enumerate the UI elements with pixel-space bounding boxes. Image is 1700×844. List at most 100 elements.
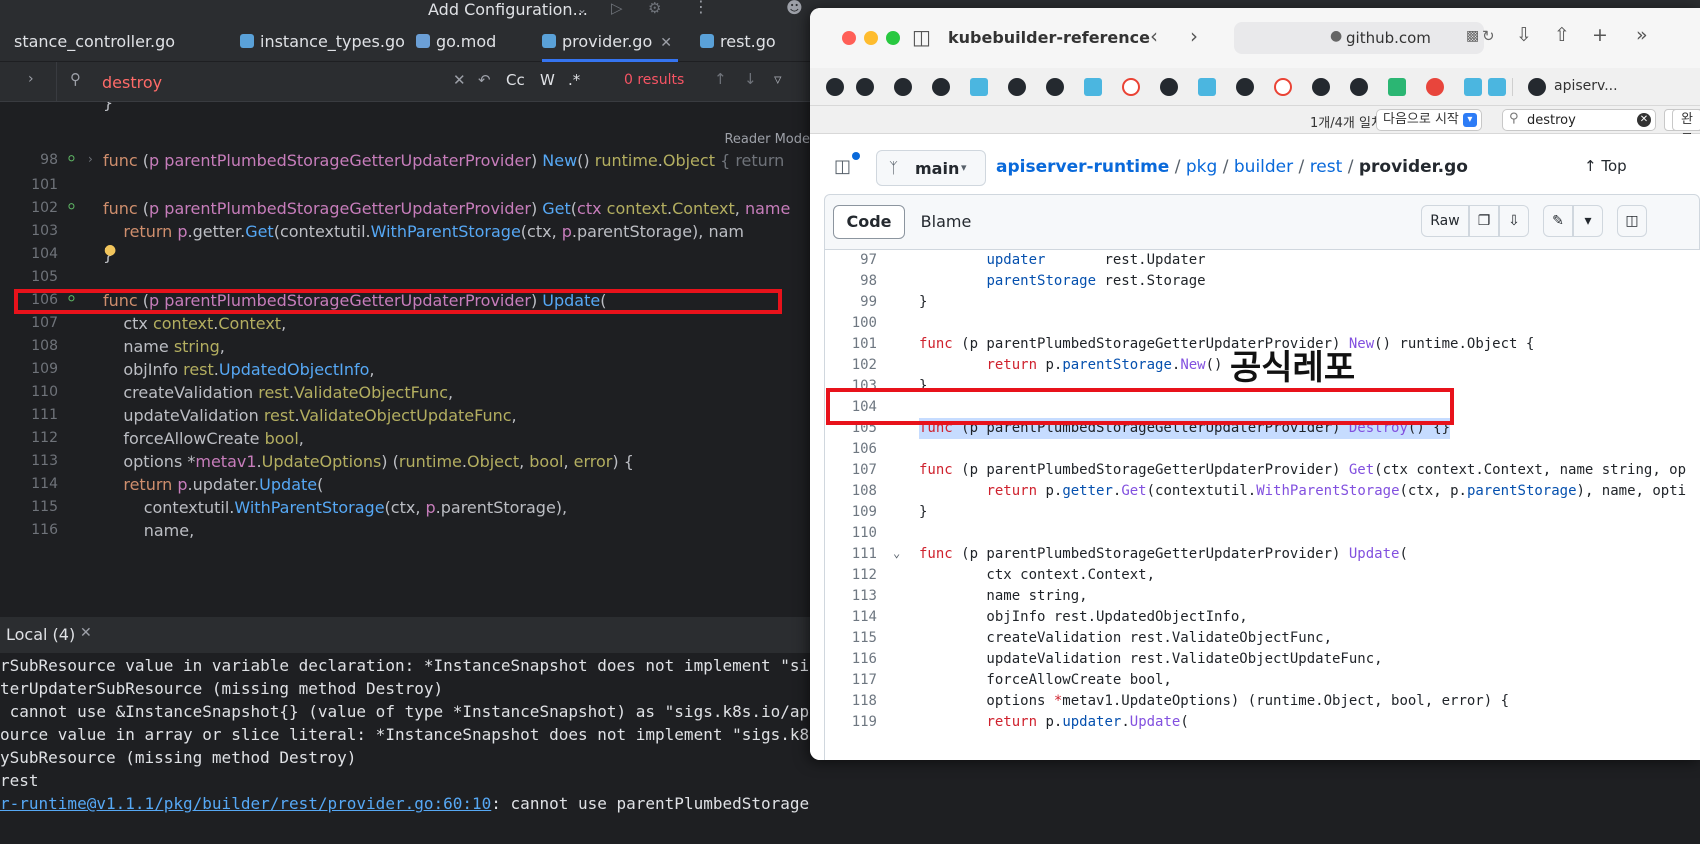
- line-number[interactable]: 112: [825, 565, 877, 586]
- tab-provider-go[interactable]: provider.go ✕: [542, 22, 678, 62]
- line-number[interactable]: 99: [825, 292, 877, 313]
- close-window-button[interactable]: [842, 31, 856, 45]
- gopher-icon[interactable]: [970, 78, 988, 96]
- github-icon[interactable]: [894, 78, 912, 96]
- forward-icon[interactable]: ›: [1190, 24, 1198, 48]
- problem-line[interactable]: rSubResource value in variable declarati…: [0, 653, 810, 678]
- github-icon[interactable]: [1236, 78, 1254, 96]
- problem-line[interactable]: ource value in array or slice literal: *…: [0, 722, 810, 747]
- line-number[interactable]: 109: [825, 502, 877, 523]
- breadcrumb-repo[interactable]: apiserver-runtime: [996, 157, 1169, 177]
- line-number[interactable]: 108: [825, 481, 877, 502]
- next-match-icon[interactable]: ↓: [744, 70, 757, 88]
- find-done-button[interactable]: 완료: [1672, 109, 1700, 147]
- problems-tab-local[interactable]: Local (4): [6, 625, 75, 644]
- line-number[interactable]: 110: [825, 523, 877, 544]
- problem-line[interactable]: rest: [0, 768, 39, 793]
- line-number[interactable]: 113: [825, 586, 877, 607]
- line-number[interactable]: 98: [825, 271, 877, 292]
- line-number[interactable]: 116: [825, 649, 877, 670]
- fold-icon[interactable]: ›: [88, 152, 93, 166]
- line-number[interactable]: 115: [825, 628, 877, 649]
- vue-icon[interactable]: [1388, 78, 1406, 96]
- reload-icon[interactable]: ↻: [1482, 27, 1495, 45]
- tab-instance-types[interactable]: instance_types.go: [240, 22, 405, 62]
- minimize-window-button[interactable]: [864, 31, 878, 45]
- tab-go-mod[interactable]: go.mod: [416, 22, 496, 62]
- find-input[interactable]: [102, 70, 422, 94]
- line-number[interactable]: 102: [825, 355, 877, 376]
- new-tab-icon[interactable]: +: [1592, 24, 1608, 46]
- copy-icon[interactable]: ❐: [1469, 205, 1499, 237]
- run-icon[interactable]: ▷: [611, 0, 623, 17]
- close-icon[interactable]: ✕: [660, 35, 672, 51]
- red-app-icon[interactable]: [1426, 78, 1444, 96]
- github-icon[interactable]: [1160, 78, 1178, 96]
- replace-toggle-icon[interactable]: ↶: [478, 71, 491, 89]
- gopher-icon[interactable]: [1488, 78, 1506, 96]
- line-number[interactable]: 97: [825, 250, 877, 271]
- github-icon[interactable]: [1528, 78, 1546, 96]
- regex-toggle[interactable]: .*: [568, 71, 580, 89]
- gopher-icon[interactable]: [1198, 78, 1216, 96]
- github-icon[interactable]: [1312, 78, 1330, 96]
- github-icon[interactable]: [932, 78, 950, 96]
- tab-instance-controller[interactable]: stance_controller.go: [14, 22, 175, 62]
- line-number[interactable]: 100: [825, 313, 877, 334]
- github-icon[interactable]: [826, 78, 844, 96]
- code-tab[interactable]: Code: [833, 205, 905, 239]
- google-icon[interactable]: [1122, 78, 1140, 96]
- favorite-label[interactable]: apiserv...: [1554, 78, 1618, 94]
- share-icon[interactable]: ⇧: [1554, 24, 1570, 46]
- problem-line[interactable]: r-runtime@v1.1.1/pkg/builder/rest/provid…: [0, 791, 810, 816]
- edit-icon[interactable]: ✎: [1543, 205, 1573, 237]
- gopher-icon[interactable]: [1084, 78, 1102, 96]
- branch-selector[interactable]: ᛉ main ▾: [876, 150, 986, 186]
- line-number[interactable]: 107: [825, 460, 877, 481]
- line-number[interactable]: 114: [825, 607, 877, 628]
- github-icon[interactable]: [1350, 78, 1368, 96]
- lightbulb-icon[interactable]: ●: [104, 242, 116, 258]
- raw-button[interactable]: Raw: [1421, 205, 1469, 237]
- chevron-down-icon[interactable]: ⌄: [577, 2, 587, 16]
- implements-icon[interactable]: ⚪: [66, 200, 77, 215]
- problem-line[interactable]: ySubResource (missing method Destroy): [0, 745, 356, 770]
- problem-line[interactable]: terUpdaterSubResource (missing method De…: [0, 676, 443, 701]
- close-icon[interactable]: ✕: [80, 625, 92, 641]
- back-icon[interactable]: ‹: [1150, 24, 1158, 48]
- match-case-toggle[interactable]: Cc: [506, 71, 525, 89]
- line-number[interactable]: 119: [825, 712, 877, 733]
- github-icon[interactable]: [1046, 78, 1064, 96]
- line-number[interactable]: 111: [825, 544, 877, 565]
- breadcrumb-rest[interactable]: rest: [1310, 157, 1343, 177]
- line-number[interactable]: 117: [825, 670, 877, 691]
- symbols-panel-icon[interactable]: ◫: [1617, 205, 1647, 237]
- line-number[interactable]: 118: [825, 691, 877, 712]
- translate-icon[interactable]: ▩: [1466, 28, 1479, 44]
- tab-overview-icon[interactable]: »: [1636, 24, 1648, 46]
- address-bar[interactable]: ● github.com ▩ ↻: [1234, 22, 1495, 54]
- add-configuration-button[interactable]: Add Configuration...: [428, 0, 588, 19]
- fold-icon[interactable]: ⌄: [893, 546, 900, 560]
- problem-line[interactable]: cannot use &InstanceSnapshot{} (value of…: [0, 699, 810, 724]
- line-number[interactable]: 101: [825, 334, 877, 355]
- side-panel-icon[interactable]: ◫: [834, 156, 851, 177]
- previous-match-icon[interactable]: ↑: [714, 70, 727, 88]
- code-editor[interactable]: } Reader Mode 98 ⚪ › func (p parentPlumb…: [14, 102, 810, 596]
- clear-icon[interactable]: ✕: [1637, 113, 1651, 127]
- tab-group-title[interactable]: kubebuilder-reference: [948, 28, 1150, 47]
- gopher-icon[interactable]: [1464, 78, 1482, 96]
- problem-file-link[interactable]: r-runtime@v1.1.1/pkg/builder/rest/provid…: [0, 794, 491, 813]
- github-icon[interactable]: [856, 78, 874, 96]
- chevron-down-icon[interactable]: ▾: [1573, 205, 1603, 237]
- chevron-right-icon[interactable]: ›: [28, 71, 34, 87]
- google-icon[interactable]: [1274, 78, 1292, 96]
- zoom-window-button[interactable]: [886, 31, 900, 45]
- more-icon[interactable]: ⋮: [693, 0, 709, 16]
- code-view[interactable]: 97 updater rest.Updater 98 parentStorage…: [824, 250, 1700, 760]
- breadcrumb-builder[interactable]: builder: [1234, 157, 1293, 177]
- download-icon[interactable]: ⇩: [1499, 205, 1529, 237]
- debug-icon[interactable]: ⚙: [648, 0, 661, 17]
- breadcrumb-pkg[interactable]: pkg: [1186, 157, 1217, 177]
- implements-icon[interactable]: ⚪: [66, 152, 77, 167]
